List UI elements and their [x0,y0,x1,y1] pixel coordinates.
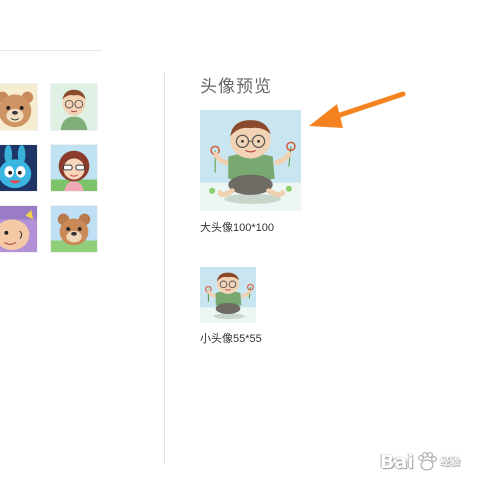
baidu-watermark: Bai 经验 [380,447,494,477]
bald-man-icon [51,84,97,130]
avatar-option-blue-bunny[interactable] [0,144,38,192]
bear-icon-2 [51,206,97,252]
watermark-text: Bai [380,451,414,473]
small-avatar-preview [200,267,256,323]
orange-arrow-icon [309,91,406,128]
large-avatar-preview [200,110,301,211]
avatar-option-purple-character[interactable] [0,205,38,253]
avatar-option-bear-2[interactable] [50,205,98,253]
avatar-option-bear[interactable] [0,83,38,131]
top-divider [0,50,102,51]
purple-character-icon [0,206,37,252]
preview-title: 头像预览 [200,77,272,96]
vertical-divider [164,72,165,464]
avatar-option-bald-man[interactable] [50,83,98,131]
large-avatar-caption: 大头像100*100 [200,222,274,234]
cartoon-man-icon [200,110,301,211]
blue-bunny-icon [0,145,37,191]
watermark-sub: 经验 [439,456,460,468]
avatar-option-sunglasses-girl[interactable] [50,144,98,192]
bear-icon [0,84,37,130]
cartoon-man-icon-small [200,267,256,323]
sunglasses-girl-icon [51,145,97,191]
paw-logo-icon [417,452,437,471]
small-avatar-caption: 小头像55*55 [200,333,262,345]
